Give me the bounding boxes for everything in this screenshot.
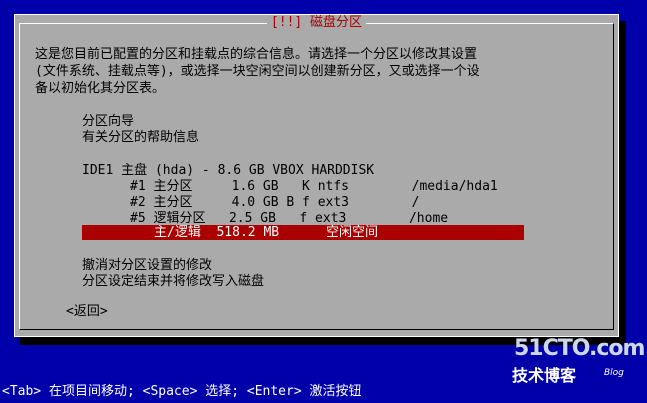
menu-item-partition-guide[interactable]: 分区向导 — [82, 114, 134, 129]
status-bar: <Tab> 在项目间移动; <Space> 选择; <Enter> 激活按钮 — [2, 384, 362, 399]
description-line-2: (文件系统、挂载点等)，或选择一块空闲空间以创建新分区，又或选择一个设 — [35, 64, 480, 79]
description-line-1: 这是您目前已配置的分区和挂载点的综合信息。请选择一个分区以修改其设置 — [35, 47, 478, 62]
installer-screen: [!!] 磁盘分区 这是您目前已配置的分区和挂载点的综合信息。请选择一个分区以修… — [0, 0, 647, 403]
watermark-site: 51CTO.com — [514, 336, 645, 361]
dialog-shadow-right — [619, 21, 626, 345]
watermark-blog: Blog — [604, 368, 624, 378]
back-button[interactable]: <返回> — [66, 304, 108, 319]
partition-dialog: [!!] 磁盘分区 这是您目前已配置的分区和挂载点的综合信息。请选择一个分区以修… — [14, 14, 619, 337]
description-line-3: 备以初始化其分区表。 — [35, 81, 166, 96]
watermark: 51CTO.com 技术博客 Blog — [508, 336, 645, 386]
menu-item-partition-2[interactable]: #2 主分区 4.0 GB B f ext3 / — [130, 195, 419, 210]
menu-item-free-space-selected[interactable]: 主/逻辑 518.2 MB 空闲空间 — [82, 225, 524, 240]
menu-item-partition-help[interactable]: 有关分区的帮助信息 — [82, 130, 199, 145]
menu-item-disk-hda[interactable]: IDE1 主盘 (hda) - 8.6 GB VBOX HARDDISK — [82, 163, 374, 178]
menu-item-undo-changes[interactable]: 撤消对分区设置的修改 — [82, 258, 212, 273]
menu-item-partition-1[interactable]: #1 主分区 1.6 GB K ntfs /media/hda1 — [130, 179, 498, 194]
menu-item-finish-partitioning[interactable]: 分区设定结束并将修改写入磁盘 — [82, 274, 264, 289]
menu-item-partition-5[interactable]: #5 逻辑分区 2.5 GB f ext3 /home — [130, 211, 448, 226]
free-space-label: 主/逻辑 518.2 MB 空闲空间 — [154, 225, 379, 240]
